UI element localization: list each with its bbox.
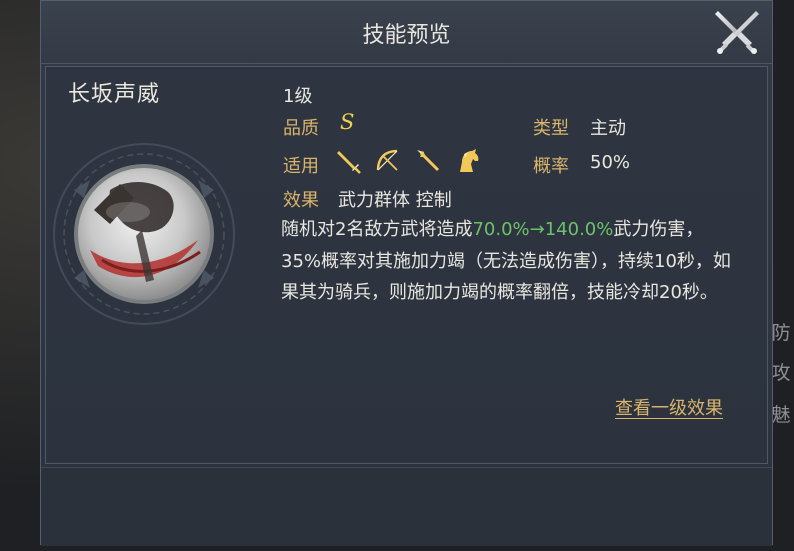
skill-level: 1级	[283, 86, 313, 107]
sword-icon	[337, 151, 361, 174]
dialog-header: 技能预览	[41, 1, 772, 64]
dialog-title: 技能预览	[362, 23, 451, 48]
type-value: 主动	[590, 118, 626, 139]
dialog-footer	[41, 467, 772, 546]
type-label: 类型	[533, 118, 569, 139]
background-stat-defense: 防	[771, 322, 791, 344]
applies-label: 适用	[283, 156, 319, 177]
quality-label: 品质	[283, 118, 319, 139]
view-level1-effect-link[interactable]: 查看一级效果	[615, 394, 723, 420]
damage-range: 70.0%→140.0%	[472, 219, 614, 240]
background-stat-attack: 攻	[771, 362, 791, 384]
background-stat-charm: 魅	[771, 404, 791, 426]
bow-icon	[376, 149, 399, 172]
effect-label: 效果	[283, 190, 319, 211]
close-button[interactable]	[710, 5, 764, 59]
rate-value: 50%	[590, 152, 631, 173]
description-text: 随机对2名敌方武将造成	[281, 219, 473, 240]
rate-label: 概率	[533, 156, 569, 177]
skill-emblem-icon	[53, 143, 235, 325]
spear-icon	[417, 150, 440, 172]
horse-icon	[460, 149, 479, 172]
close-crossed-swords-icon	[715, 11, 759, 54]
effect-value: 武力群体 控制	[338, 190, 452, 211]
skill-description: 随机对2名敌方武将造成70.0%→140.0%武力伤害，35%概率对其施加力竭（…	[281, 214, 741, 309]
quality-value: S	[340, 110, 355, 134]
skill-name: 长坂声威	[68, 82, 161, 107]
